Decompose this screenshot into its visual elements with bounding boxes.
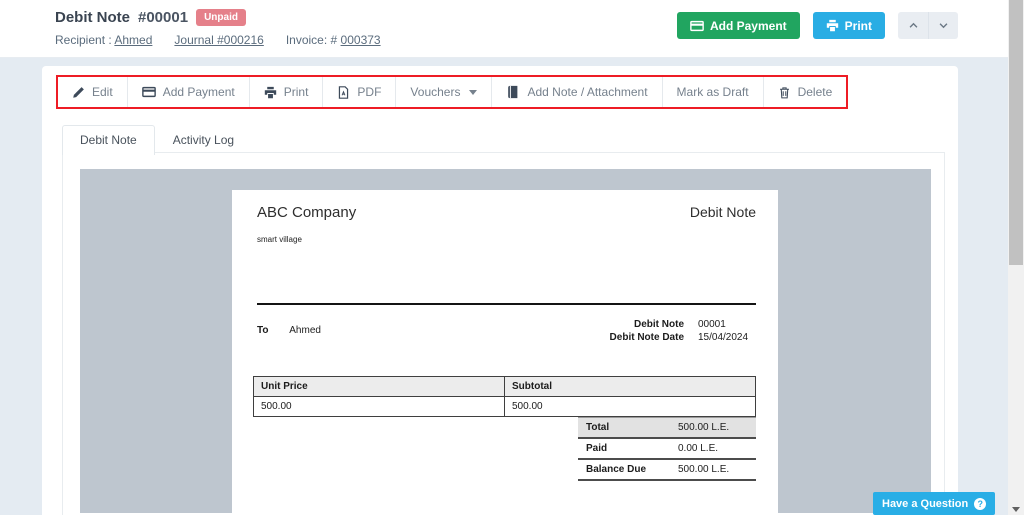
page-title: Debit Note [55, 9, 130, 26]
column-header-subtotal: Subtotal [504, 376, 756, 397]
company-name: ABC Company [257, 204, 357, 221]
recipient-label: Recipient : [55, 33, 112, 47]
caret-down-icon [469, 89, 478, 95]
top-header-bar: Debit Note #00001 Unpaid Recipient : Ahm… [0, 0, 1008, 58]
to-label: To [257, 325, 269, 336]
book-icon [506, 85, 520, 99]
add-payment-label: Add Payment [709, 18, 787, 33]
printer-icon [264, 86, 277, 99]
table-row: 500.00 500.00 [253, 396, 756, 417]
pdf-button[interactable]: PDF [323, 77, 397, 107]
scrollbar-thumb[interactable] [1009, 0, 1023, 265]
invoice-label: Invoice: # [285, 33, 338, 47]
document-header: ABC Company Debit Note [257, 204, 756, 221]
add-payment-toolbar-label: Add Payment [162, 85, 235, 99]
print-toolbar-label: Print [283, 85, 309, 99]
tab-content: ABC Company Debit Note smart village To … [62, 152, 945, 515]
have-a-question-label: Have a Question [882, 497, 969, 510]
mark-as-draft-label: Mark as Draft [676, 85, 749, 99]
table-header-row: Unit Price Subtotal [253, 376, 756, 397]
status-badge: Unpaid [196, 9, 246, 26]
paid-row: Paid 0.00 L.E. [578, 439, 756, 460]
debit-note-document: ABC Company Debit Note smart village To … [232, 190, 778, 513]
document-meta: Debit Note 00001 Debit Note Date 15/04/2… [610, 319, 756, 343]
question-circle-icon: ? [974, 497, 987, 510]
title-line: Debit Note #00001 Unpaid [55, 9, 246, 26]
invoice-group: Invoice: # 000373 [286, 33, 381, 47]
edit-button[interactable]: Edit [58, 77, 128, 107]
document-divider [257, 303, 756, 305]
trash-icon [778, 86, 791, 99]
pencil-icon [72, 86, 85, 99]
prev-next-group [898, 12, 958, 39]
vouchers-dropdown[interactable]: Vouchers [396, 77, 493, 107]
tab-activity-log[interactable]: Activity Log [155, 125, 252, 154]
invoice-link[interactable]: 000373 [341, 33, 381, 47]
meta-label: Debit Note Date [609, 332, 684, 343]
to-name: Ahmed [289, 325, 321, 336]
add-payment-button[interactable]: Add Payment [676, 12, 800, 39]
credit-card-icon [690, 19, 704, 33]
total-value: 500.00 L.E. [678, 422, 730, 433]
print-toolbar-button[interactable]: Print [249, 77, 324, 107]
document-toolbar: Edit Add Payment Print PDF Vouchers Add … [56, 75, 849, 109]
recipient-group: Recipient : Ahmed [55, 33, 152, 47]
print-button[interactable]: Print [812, 12, 885, 39]
balance-due-value: 500.00 L.E. [678, 464, 730, 475]
meta-value: 00001 [698, 319, 726, 330]
credit-card-icon [141, 85, 156, 99]
vouchers-label: Vouchers [410, 85, 461, 99]
tab-debit-note[interactable]: Debit Note [62, 125, 155, 155]
chevron-down-icon[interactable] [928, 12, 958, 39]
totals-table: Total 500.00 L.E. Paid 0.00 L.E. Balance… [578, 417, 756, 481]
tab-bar: Debit Note Activity Log [62, 125, 252, 155]
scroll-down-arrow-icon[interactable] [1008, 507, 1024, 512]
total-row: Total 500.00 L.E. [578, 417, 756, 439]
paid-label: Paid [586, 443, 608, 454]
topbar-actions: Add Payment Print [676, 12, 958, 39]
column-header-unit-price: Unit Price [253, 376, 505, 397]
main-card: Edit Add Payment Print PDF Vouchers Add … [42, 66, 958, 515]
meta-value: 15/04/2024 [698, 332, 749, 343]
pdf-label: PDF [357, 85, 382, 99]
chevron-up-icon[interactable] [898, 12, 928, 39]
total-label: Total [586, 422, 610, 433]
file-pdf-icon [337, 85, 350, 99]
journal-link[interactable]: Journal #000216 [174, 33, 263, 47]
add-payment-toolbar-button[interactable]: Add Payment [127, 77, 250, 107]
cell-subtotal: 500.00 [504, 396, 756, 417]
recipient-row: To Ahmed [257, 325, 321, 336]
add-note-attachment-label: Add Note / Attachment [527, 85, 648, 99]
mark-as-draft-button[interactable]: Mark as Draft [662, 77, 764, 107]
printer-icon [826, 19, 839, 32]
add-note-attachment-button[interactable]: Add Note / Attachment [492, 77, 663, 107]
edit-label: Edit [92, 85, 113, 99]
line-items-table: Unit Price Subtotal 500.00 500.00 [253, 376, 756, 417]
balance-due-row: Balance Due 500.00 L.E. [578, 460, 756, 481]
paid-value: 0.00 L.E. [678, 443, 719, 454]
document-preview-area: ABC Company Debit Note smart village To … [80, 169, 931, 513]
vertical-scrollbar[interactable] [1008, 0, 1024, 515]
delete-label: Delete [797, 85, 833, 99]
breadcrumb: Recipient : Ahmed Journal #000216 Invoic… [55, 33, 381, 47]
cell-unit-price: 500.00 [253, 396, 505, 417]
meta-label: Debit Note [634, 319, 684, 330]
recipient-link[interactable]: Ahmed [114, 33, 152, 47]
delete-button[interactable]: Delete [763, 77, 847, 107]
doc-number: #00001 [138, 9, 189, 26]
company-address: smart village [257, 235, 302, 244]
have-a-question-button[interactable]: Have a Question ? [873, 492, 996, 515]
document-type-title: Debit Note [689, 204, 756, 220]
print-label: Print [844, 18, 872, 33]
balance-due-label: Balance Due [586, 464, 647, 475]
